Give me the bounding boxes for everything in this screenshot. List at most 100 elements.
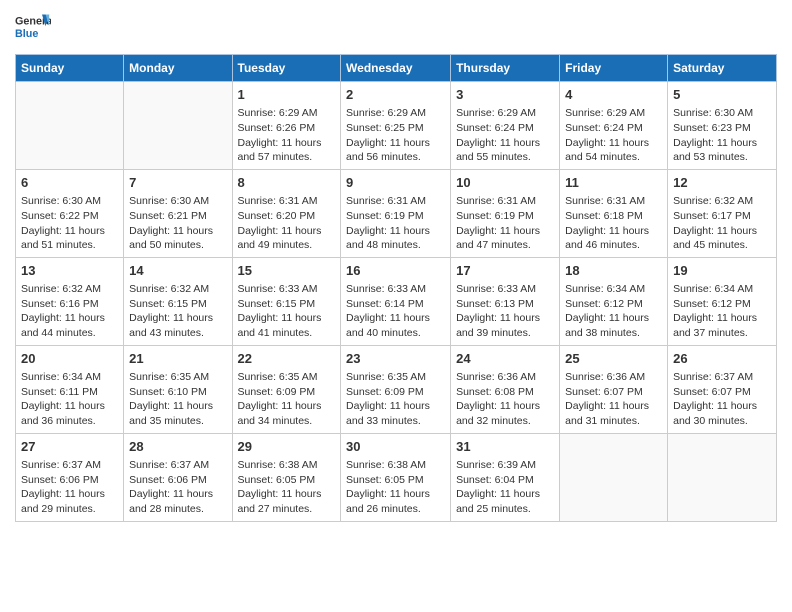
day-number: 5	[673, 86, 771, 104]
week-row-2: 6 Sunrise: 6:30 AM Sunset: 6:22 PM Daylig…	[16, 169, 777, 257]
cell-2-4: 9Sunrise: 6:31 AM Sunset: 6:19 PM Daylig…	[341, 169, 451, 257]
day-number: 12	[673, 174, 771, 192]
cell-content: Sunrise: 6:39 AM Sunset: 6:04 PM Dayligh…	[456, 458, 554, 517]
day-number: 31	[456, 438, 554, 456]
cell-2-7: 12 Sunrise: 6:32 AM Sunset: 6:17 PM Dayli…	[668, 169, 777, 257]
cell-content: Sunrise: 6:35 AM Sunset: 6:09 PM Dayligh…	[238, 370, 336, 429]
cell-1-6: 4 Sunrise: 6:29 AM Sunset: 6:24 PM Daylig…	[560, 82, 668, 170]
cell-content: Sunrise: 6:34 AM Sunset: 6:12 PM Dayligh…	[565, 282, 662, 341]
week-row-3: 13Sunrise: 6:32 AM Sunset: 6:16 PM Dayli…	[16, 257, 777, 345]
cell-content: Sunrise: 6:34 AM Sunset: 6:12 PM Dayligh…	[673, 282, 771, 341]
day-number: 3	[456, 86, 554, 104]
cell-5-5: 31 Sunrise: 6:39 AM Sunset: 6:04 PM Dayli…	[451, 433, 560, 521]
header-tuesday: Tuesday	[232, 55, 341, 82]
day-number: 27	[21, 438, 118, 456]
cell-5-7	[668, 433, 777, 521]
day-number: 15	[238, 262, 336, 280]
header: GeneralBlue	[15, 10, 777, 46]
header-monday: Monday	[124, 55, 232, 82]
day-number: 17	[456, 262, 554, 280]
week-row-5: 27 Sunrise: 6:37 AM Sunset: 6:06 PM Dayli…	[16, 433, 777, 521]
header-friday: Friday	[560, 55, 668, 82]
day-number: 28	[129, 438, 226, 456]
cell-4-2: 21Sunrise: 6:35 AM Sunset: 6:10 PM Dayli…	[124, 345, 232, 433]
header-row: SundayMondayTuesdayWednesdayThursdayFrid…	[16, 55, 777, 82]
cell-content: Sunrise: 6:31 AM Sunset: 6:19 PM Dayligh…	[456, 194, 554, 253]
cell-5-4: 30 Sunrise: 6:38 AM Sunset: 6:05 PM Dayli…	[341, 433, 451, 521]
cell-content: Sunrise: 6:32 AM Sunset: 6:17 PM Dayligh…	[673, 194, 771, 253]
header-saturday: Saturday	[668, 55, 777, 82]
cell-1-1	[16, 82, 124, 170]
cell-content: Sunrise: 6:29 AM Sunset: 6:24 PM Dayligh…	[456, 106, 554, 165]
cell-4-3: 22 Sunrise: 6:35 AM Sunset: 6:09 PM Dayli…	[232, 345, 341, 433]
cell-4-1: 20 Sunrise: 6:34 AM Sunset: 6:11 PM Dayli…	[16, 345, 124, 433]
cell-3-3: 15 Sunrise: 6:33 AM Sunset: 6:15 PM Dayli…	[232, 257, 341, 345]
cell-3-2: 14Sunrise: 6:32 AM Sunset: 6:15 PM Dayli…	[124, 257, 232, 345]
cell-4-4: 23 Sunrise: 6:35 AM Sunset: 6:09 PM Dayli…	[341, 345, 451, 433]
day-number: 22	[238, 350, 336, 368]
cell-3-5: 17 Sunrise: 6:33 AM Sunset: 6:13 PM Dayli…	[451, 257, 560, 345]
cell-content: Sunrise: 6:33 AM Sunset: 6:15 PM Dayligh…	[238, 282, 336, 341]
cell-5-1: 27 Sunrise: 6:37 AM Sunset: 6:06 PM Dayli…	[16, 433, 124, 521]
cell-content: Sunrise: 6:30 AM Sunset: 6:23 PM Dayligh…	[673, 106, 771, 165]
day-number: 2	[346, 86, 445, 104]
day-number: 24	[456, 350, 554, 368]
cell-2-2: 7 Sunrise: 6:30 AM Sunset: 6:21 PM Daylig…	[124, 169, 232, 257]
page-container: GeneralBlue SundayMondayTuesdayWednesday…	[0, 0, 792, 532]
day-number: 13	[21, 262, 118, 280]
cell-content: Sunrise: 6:30 AM Sunset: 6:22 PM Dayligh…	[21, 194, 118, 253]
cell-content: Sunrise: 6:36 AM Sunset: 6:08 PM Dayligh…	[456, 370, 554, 429]
svg-text:Blue: Blue	[15, 28, 38, 40]
cell-1-5: 3 Sunrise: 6:29 AM Sunset: 6:24 PM Daylig…	[451, 82, 560, 170]
day-number: 29	[238, 438, 336, 456]
cell-1-4: 2 Sunrise: 6:29 AM Sunset: 6:25 PM Daylig…	[341, 82, 451, 170]
cell-content: Sunrise: 6:33 AM Sunset: 6:13 PM Dayligh…	[456, 282, 554, 341]
cell-5-2: 28 Sunrise: 6:37 AM Sunset: 6:06 PM Dayli…	[124, 433, 232, 521]
day-number: 18	[565, 262, 662, 280]
day-number: 19	[673, 262, 771, 280]
day-number: 9	[346, 174, 445, 192]
day-number: 30	[346, 438, 445, 456]
cell-3-4: 16Sunrise: 6:33 AM Sunset: 6:14 PM Dayli…	[341, 257, 451, 345]
cell-3-7: 19 Sunrise: 6:34 AM Sunset: 6:12 PM Dayli…	[668, 257, 777, 345]
cell-4-6: 25Sunrise: 6:36 AM Sunset: 6:07 PM Dayli…	[560, 345, 668, 433]
cell-content: Sunrise: 6:37 AM Sunset: 6:06 PM Dayligh…	[21, 458, 118, 517]
day-number: 20	[21, 350, 118, 368]
cell-content: Sunrise: 6:34 AM Sunset: 6:11 PM Dayligh…	[21, 370, 118, 429]
cell-content: Sunrise: 6:38 AM Sunset: 6:05 PM Dayligh…	[346, 458, 445, 517]
day-number: 6	[21, 174, 118, 192]
day-number: 1	[238, 86, 336, 104]
cell-content: Sunrise: 6:38 AM Sunset: 6:05 PM Dayligh…	[238, 458, 336, 517]
cell-content: Sunrise: 6:37 AM Sunset: 6:06 PM Dayligh…	[129, 458, 226, 517]
cell-content: Sunrise: 6:31 AM Sunset: 6:20 PM Dayligh…	[238, 194, 336, 253]
cell-content: Sunrise: 6:32 AM Sunset: 6:15 PM Dayligh…	[129, 282, 226, 341]
day-number: 10	[456, 174, 554, 192]
cell-content: Sunrise: 6:36 AM Sunset: 6:07 PM Dayligh…	[565, 370, 662, 429]
header-sunday: Sunday	[16, 55, 124, 82]
week-row-4: 20 Sunrise: 6:34 AM Sunset: 6:11 PM Dayli…	[16, 345, 777, 433]
header-thursday: Thursday	[451, 55, 560, 82]
cell-1-7: 5 Sunrise: 6:30 AM Sunset: 6:23 PM Daylig…	[668, 82, 777, 170]
cell-content: Sunrise: 6:37 AM Sunset: 6:07 PM Dayligh…	[673, 370, 771, 429]
day-number: 11	[565, 174, 662, 192]
cell-2-5: 10 Sunrise: 6:31 AM Sunset: 6:19 PM Dayli…	[451, 169, 560, 257]
cell-2-1: 6 Sunrise: 6:30 AM Sunset: 6:22 PM Daylig…	[16, 169, 124, 257]
cell-2-3: 8 Sunrise: 6:31 AM Sunset: 6:20 PM Daylig…	[232, 169, 341, 257]
cell-3-1: 13Sunrise: 6:32 AM Sunset: 6:16 PM Dayli…	[16, 257, 124, 345]
cell-3-6: 18 Sunrise: 6:34 AM Sunset: 6:12 PM Dayli…	[560, 257, 668, 345]
cell-content: Sunrise: 6:33 AM Sunset: 6:14 PM Dayligh…	[346, 282, 445, 341]
day-number: 23	[346, 350, 445, 368]
cell-content: Sunrise: 6:30 AM Sunset: 6:21 PM Dayligh…	[129, 194, 226, 253]
day-number: 8	[238, 174, 336, 192]
day-number: 7	[129, 174, 226, 192]
logo: GeneralBlue	[15, 10, 51, 46]
cell-content: Sunrise: 6:35 AM Sunset: 6:09 PM Dayligh…	[346, 370, 445, 429]
week-row-1: 1Sunrise: 6:29 AM Sunset: 6:26 PM Daylig…	[16, 82, 777, 170]
cell-content: Sunrise: 6:29 AM Sunset: 6:25 PM Dayligh…	[346, 106, 445, 165]
cell-2-6: 11Sunrise: 6:31 AM Sunset: 6:18 PM Dayli…	[560, 169, 668, 257]
day-number: 4	[565, 86, 662, 104]
day-number: 21	[129, 350, 226, 368]
cell-content: Sunrise: 6:29 AM Sunset: 6:24 PM Dayligh…	[565, 106, 662, 165]
calendar-table: SundayMondayTuesdayWednesdayThursdayFrid…	[15, 54, 777, 522]
cell-1-2	[124, 82, 232, 170]
